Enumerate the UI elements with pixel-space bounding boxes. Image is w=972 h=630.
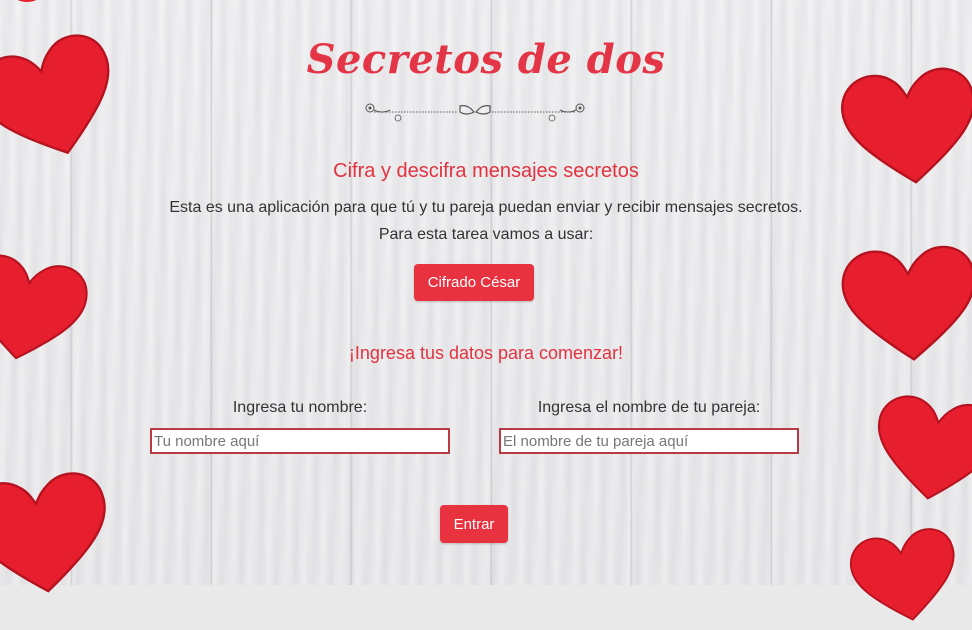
form-call-to-action: ¡Ingresa tus datos para comenzar!: [348, 343, 624, 363]
heart-icon: [18, 0, 36, 2]
enter-button[interactable]: Entrar: [440, 505, 508, 543]
ornament-divider-icon: [365, 103, 585, 122]
heart-icon: [0, 472, 106, 593]
name-label: Ingresa tu nombre:: [232, 399, 368, 416]
heart-icon: [877, 395, 972, 500]
name-input[interactable]: [150, 428, 450, 454]
heart-icon: [849, 528, 955, 621]
partner-name-label: Ingresa el nombre de tu pareja:: [537, 399, 761, 416]
caesar-cipher-button[interactable]: Cifrado César: [414, 264, 534, 301]
section-subtitle: Cifra y descifra mensajes secretos: [333, 160, 639, 182]
partner-name-input[interactable]: [499, 428, 799, 454]
page-title: Secretos de dos: [306, 36, 666, 83]
description-line-2: Para esta tarea vamos a usar:: [378, 226, 594, 243]
description-line-1: Esta es una aplicación para que tú y tu …: [169, 199, 803, 216]
